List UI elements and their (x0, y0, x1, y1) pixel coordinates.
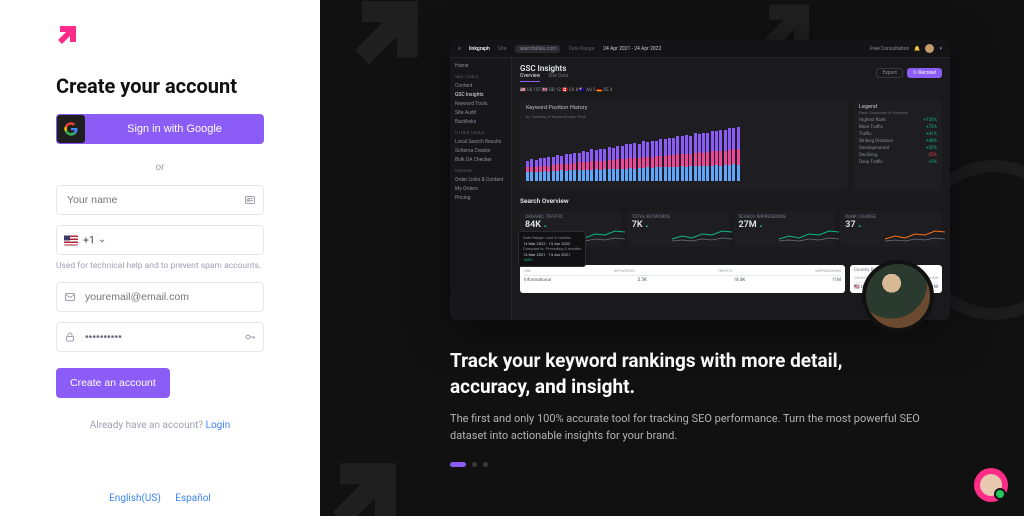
ss-menu-icon: ≡ (458, 46, 461, 52)
name-input[interactable] (56, 185, 264, 215)
chat-agent-avatar (980, 474, 1002, 496)
lock-icon (64, 331, 76, 343)
lang-english[interactable]: English(US) (109, 493, 161, 504)
google-signin-button[interactable]: Sign in with Google (56, 114, 264, 144)
hero-panel: ≡ linkgraph Site:searchatlas.com Date Ra… (320, 0, 1024, 516)
lang-spanish[interactable]: Español (175, 493, 211, 504)
language-switcher: English(US) Español (0, 493, 320, 504)
metric-card: SEARCH IMPRESSIONS27M ▲ (734, 211, 836, 247)
bell-icon: 🔔 (914, 46, 920, 52)
hero-subtext: The first and only 100% accurate tool fo… (450, 411, 950, 444)
carousel-dots[interactable] (450, 462, 964, 467)
contact-card-icon (244, 194, 256, 206)
brand-arrow-icon (56, 22, 80, 46)
chat-widget-button[interactable] (974, 468, 1008, 502)
carousel-dot-1[interactable] (450, 462, 466, 467)
keywords-table: URLKEYWORDSTRAFFICIMPRESSIONS Informatio… (520, 265, 845, 293)
chevron-down-icon: ▾ (939, 46, 942, 52)
phone-field-wrapper: +1 (56, 225, 264, 255)
date-range-tooltip: Date Range: Last 3 months 14 Mar 2022 - … (518, 231, 586, 267)
password-generate-icon[interactable] (244, 331, 256, 343)
email-field-wrapper (56, 282, 264, 312)
hero-person-avatar (862, 260, 934, 332)
divider-or: or (56, 162, 264, 173)
us-flag-icon (64, 235, 78, 245)
user-avatar-icon (925, 44, 934, 53)
create-account-button[interactable]: Create an account (56, 368, 170, 398)
page-title: Create your account (56, 74, 264, 98)
login-link[interactable]: Login (206, 420, 231, 431)
ss-sidebar: Home SEO TOOLS Content GSC Insights Keyw… (450, 58, 512, 320)
envelope-icon (64, 291, 76, 303)
signup-panel: Create your account Sign in with Google … (0, 0, 320, 516)
password-input[interactable] (56, 322, 264, 352)
google-icon (57, 115, 85, 143)
phone-helper-text: Used for technical help and to prevent s… (56, 261, 264, 272)
bg-decor-arrow (348, 0, 432, 77)
google-signin-label: Sign in with Google (85, 123, 264, 135)
carousel-dot-2[interactable] (472, 462, 477, 467)
chart-legend: Legend Rank Groupings of Keyword Highest… (854, 99, 942, 191)
carousel-dot-3[interactable] (483, 462, 488, 467)
name-field-wrapper (56, 185, 264, 215)
hero-headline: Track your keyword rankings with more de… (450, 348, 910, 399)
country-code-selector[interactable]: +1 (64, 234, 106, 247)
email-input[interactable] (56, 282, 264, 312)
metric-card: RANK CHANGE37 ▲ (840, 211, 942, 247)
bg-decor-arrow (326, 449, 410, 516)
already-have-account: Already have an account? Login (56, 420, 264, 431)
metric-card: TOTAL KEYWORDS7K ▲ (627, 211, 729, 247)
password-field-wrapper (56, 322, 264, 352)
keyword-history-chart: Keyword Position History by Tracking of … (520, 99, 848, 191)
